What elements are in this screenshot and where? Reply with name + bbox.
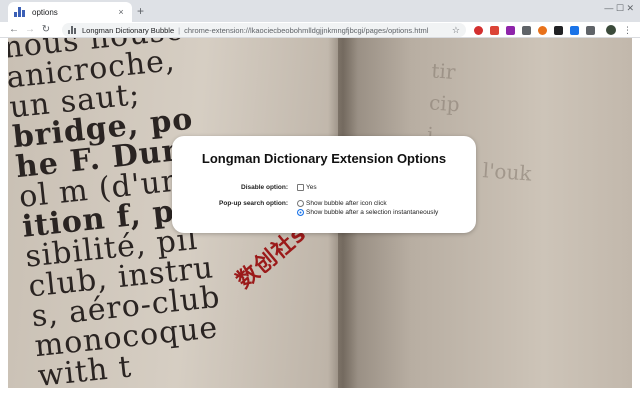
gmail-icon[interactable]: [490, 25, 499, 35]
browser-menu-icon[interactable]: ⋮: [623, 25, 632, 36]
abp-icon[interactable]: [474, 25, 483, 35]
tab-close-icon[interactable]: ×: [116, 7, 126, 17]
bookmark-star-icon[interactable]: ☆: [452, 25, 460, 36]
badge-icon[interactable]: [554, 25, 563, 35]
browser-toolbar: ← → ↻ Longman Dictionary Bubble | chrome…: [0, 22, 640, 38]
popup-icon-click-option[interactable]: Show bubble after icon click: [297, 200, 387, 207]
puzzle-icon[interactable]: [522, 25, 531, 35]
disable-option-label: Disable option:: [241, 184, 288, 191]
popup-icon-click-label: Show bubble after icon click: [306, 200, 387, 207]
options-title: Longman Dictionary Extension Options: [201, 151, 447, 166]
popup-selection-label: Show bubble after a selection instantane…: [306, 209, 439, 216]
tab-strip: options × + — ☐ ✕: [0, 0, 640, 22]
url-text[interactable]: chrome-extension://lkaociecbeobohmlldgjj…: [184, 26, 452, 35]
disable-yes-label: Yes: [306, 184, 317, 191]
tab-title: options: [32, 7, 58, 17]
back-button[interactable]: ←: [6, 23, 22, 37]
forward-button[interactable]: →: [22, 23, 38, 37]
v-icon[interactable]: [570, 25, 579, 35]
popup-icon-click-radio[interactable]: [297, 200, 304, 207]
extensions-bar: ⋮: [474, 25, 632, 35]
popup-selection-option[interactable]: Show bubble after a selection instantane…: [297, 209, 438, 216]
circle-icon[interactable]: [538, 25, 547, 35]
disable-yes-checkbox[interactable]: [297, 184, 304, 191]
new-tab-button[interactable]: +: [137, 4, 144, 18]
site-name: Longman Dictionary Bubble: [82, 25, 175, 35]
address-separator: |: [178, 25, 181, 35]
popup-option-label: Pop-up search option:: [219, 200, 288, 207]
tab-options[interactable]: options ×: [8, 2, 132, 22]
dictionary-favicon-icon: [14, 7, 26, 17]
menu-icon[interactable]: [586, 25, 595, 35]
address-bar[interactable]: Longman Dictionary Bubble | chrome-exten…: [62, 23, 466, 37]
reload-button[interactable]: ↻: [38, 23, 54, 37]
pen-icon[interactable]: [506, 25, 515, 35]
popup-selection-radio[interactable]: [297, 209, 304, 216]
options-card: Longman Dictionary Extension Options Dis…: [172, 136, 476, 233]
profile-avatar[interactable]: [606, 25, 616, 35]
window-controls[interactable]: — ☐ ✕: [604, 3, 634, 14]
disable-yes-option[interactable]: Yes: [297, 184, 317, 191]
extension-site-icon: [68, 26, 76, 34]
